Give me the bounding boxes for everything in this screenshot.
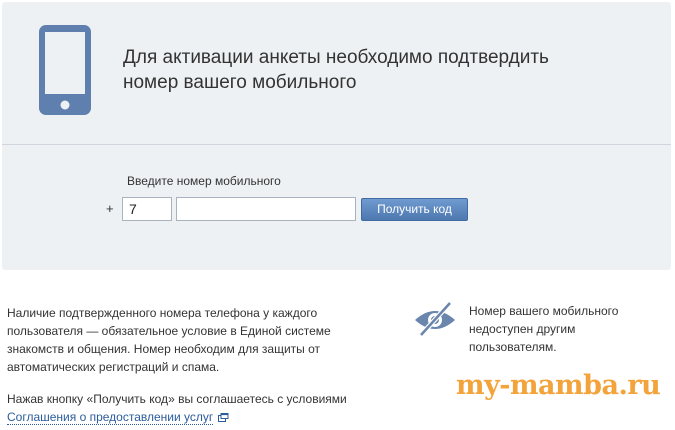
agreement-text: Нажав кнопку «Получить код» вы соглашает… [7, 390, 397, 427]
info-text: Наличие подтвержденного номера телефона … [7, 306, 331, 374]
watermark-logo: my-mamba.ru [456, 370, 661, 401]
country-code-input[interactable] [122, 197, 172, 221]
plus-sign: + [106, 201, 114, 216]
divider [2, 144, 671, 145]
eye-hidden-icon [413, 300, 457, 343]
agreement-link[interactable]: Соглашения о предоставлении услуг [7, 410, 214, 425]
phone-field-label: Введите номер мобильного [127, 174, 281, 188]
panel-title: Для активации анкеты необходимо подтверд… [123, 47, 549, 93]
verification-panel: Для активации анкеты необходимо подтверд… [2, 2, 671, 270]
phone-number-input[interactable] [176, 197, 356, 221]
phone-icon [38, 24, 92, 121]
external-link-icon[interactable] [218, 409, 229, 427]
privacy-text: Номер вашего мобильного недоступен други… [469, 304, 619, 354]
get-code-button[interactable]: Получить код [361, 198, 468, 221]
agreement-prefix: Нажав кнопку «Получить код» вы соглашает… [7, 392, 347, 406]
